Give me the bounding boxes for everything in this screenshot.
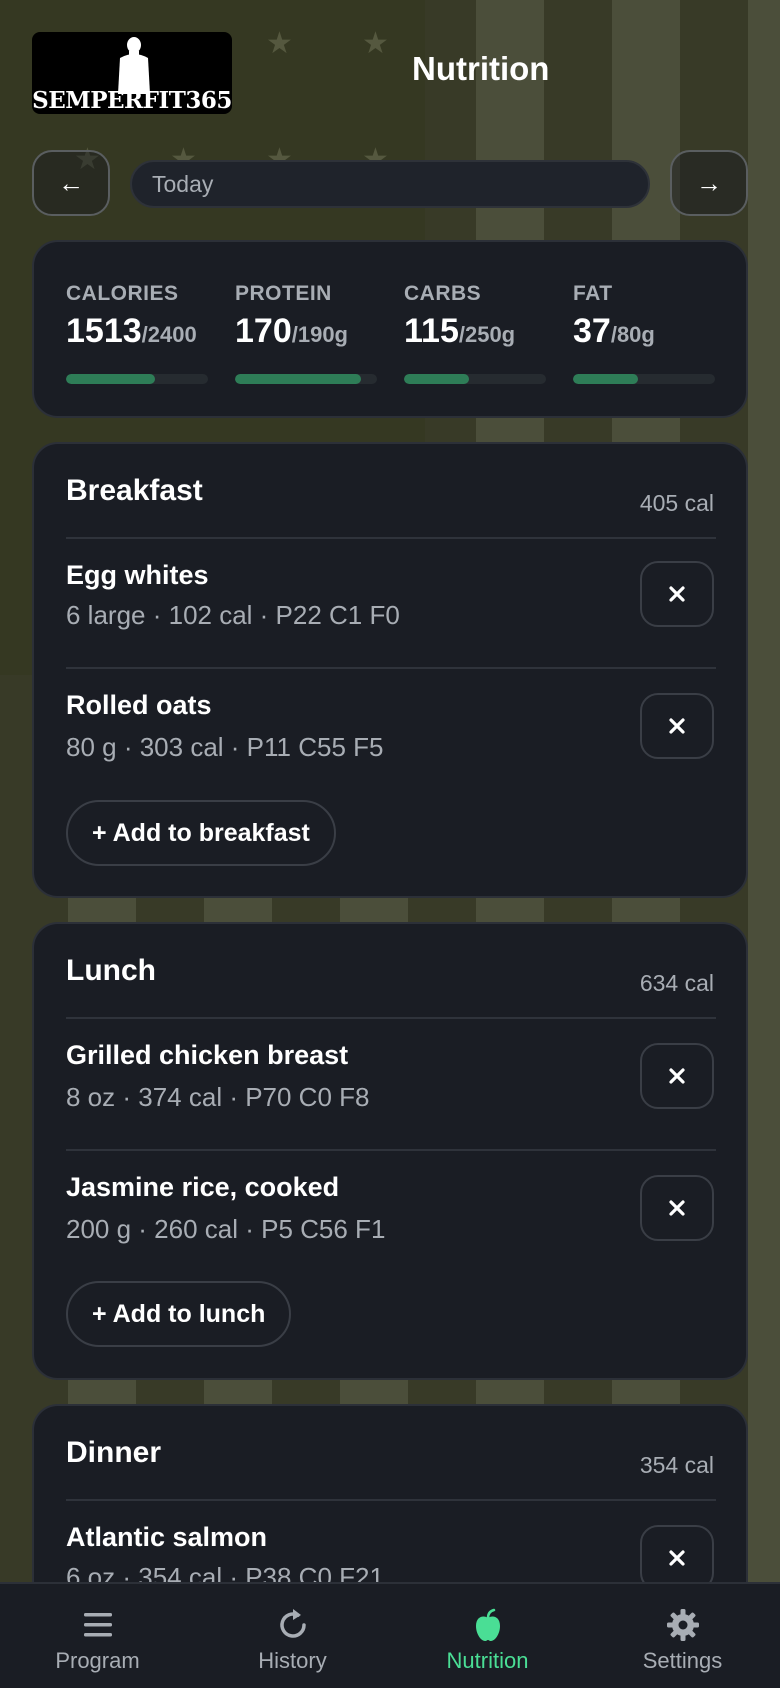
- protein-stat: PROTEIN 170/190g: [235, 282, 377, 351]
- food-item-name: Egg whites: [66, 560, 209, 590]
- meal-calories: 634 cal: [639, 970, 714, 996]
- food-item-details: 6 large · 102 cal · P22 C1 F0: [66, 600, 400, 630]
- stat-goal: /190g: [291, 322, 348, 347]
- stat-label: CARBS: [404, 282, 482, 305]
- food-item-name: Jasmine rice, cooked: [66, 1172, 340, 1202]
- carbs-progress-bar: [404, 374, 546, 384]
- tab-settings[interactable]: Settings: [585, 1584, 780, 1688]
- stat-value: 37: [573, 312, 611, 350]
- progress-fill: [66, 374, 156, 384]
- close-icon: [669, 1068, 685, 1084]
- stat-goal: /80g: [610, 322, 655, 347]
- logo-text: SEMPERFIT365: [32, 87, 232, 114]
- close-icon: [669, 1550, 685, 1566]
- progress-fill: [235, 374, 362, 384]
- page-title: Nutrition: [412, 50, 550, 87]
- close-icon: [669, 586, 685, 602]
- stat-value: 115: [404, 312, 459, 350]
- add-to-lunch-button[interactable]: + Add to lunch: [66, 1281, 292, 1347]
- tab-label: Nutrition: [446, 1648, 529, 1673]
- nutrition-screen: SEMPERFIT365 Nutrition ← Today → CALORIE…: [0, 0, 780, 1688]
- menu-icon: [84, 1613, 112, 1637]
- remove-food-button[interactable]: [640, 1175, 714, 1241]
- tab-program[interactable]: Program: [0, 1584, 195, 1688]
- history-icon: [280, 1609, 306, 1638]
- food-item-name: Atlantic salmon: [66, 1522, 268, 1552]
- next-day-button[interactable]: →: [670, 150, 748, 216]
- date-navigation: ← Today →: [32, 150, 748, 216]
- app-logo: SEMPERFIT365: [32, 32, 232, 114]
- progress-fill: [404, 374, 470, 384]
- meal-calories: 405 cal: [639, 490, 714, 516]
- divider: [66, 1017, 716, 1019]
- food-item-details: 80 g · 303 cal · P11 C55 F5: [66, 732, 384, 762]
- stat-goal: /250g: [458, 322, 516, 347]
- soldier-silhouette-icon: [118, 37, 150, 94]
- food-item-name: Grilled chicken breast: [66, 1040, 349, 1070]
- fat-progress-bar: [573, 374, 715, 384]
- tab-nutrition[interactable]: Nutrition: [390, 1584, 585, 1688]
- stat-goal: /2400: [141, 322, 197, 347]
- meal-title: Dinner: [66, 1436, 162, 1469]
- previous-day-button[interactable]: ←: [32, 150, 110, 216]
- calories-stat: CALORIES 1513/2400: [66, 282, 208, 351]
- divider: [66, 1149, 716, 1151]
- fat-stat: FAT 37/80g: [573, 282, 715, 351]
- meal-card-lunch: Lunch 634 cal Grilled chicken breast 8 o…: [32, 922, 748, 1380]
- apple-icon: [476, 1608, 500, 1641]
- food-item-details: 8 oz · 374 cal · P70 C0 F8: [66, 1082, 370, 1112]
- divider: [66, 1499, 716, 1501]
- divider: [66, 667, 716, 669]
- carbs-stat: CARBS 115/250g: [404, 282, 546, 351]
- meal-title: Breakfast: [66, 474, 203, 507]
- add-to-breakfast-button[interactable]: + Add to breakfast: [66, 800, 336, 866]
- tab-label: Settings: [642, 1648, 723, 1673]
- progress-fill: [573, 374, 639, 384]
- stat-value: 1513: [66, 312, 142, 350]
- stat-label: CALORIES: [66, 282, 179, 305]
- stat-label: FAT: [573, 282, 613, 305]
- date-field[interactable]: Today: [130, 160, 650, 208]
- remove-food-button[interactable]: [640, 693, 714, 759]
- close-icon: [669, 718, 685, 734]
- meal-calories: 354 cal: [639, 1452, 714, 1478]
- tab-history[interactable]: History: [195, 1584, 390, 1688]
- macro-summary-card: CALORIES 1513/2400 PROTEIN 170/190g CARB…: [32, 240, 748, 418]
- stat-label: PROTEIN: [235, 282, 332, 305]
- divider: [66, 537, 716, 539]
- header: SEMPERFIT365 Nutrition: [32, 32, 748, 114]
- bottom-tab-bar: Program History Nutrition Settings: [0, 1582, 780, 1688]
- meal-title: Lunch: [66, 954, 156, 987]
- food-item-details: 200 g · 260 cal · P5 C56 F1: [66, 1214, 386, 1244]
- meal-card-breakfast: Breakfast 405 cal Egg whites 6 large · 1…: [32, 442, 748, 898]
- calories-progress-bar: [66, 374, 208, 384]
- remove-food-button[interactable]: [640, 1043, 714, 1109]
- stat-value: 170: [235, 312, 292, 350]
- protein-progress-bar: [235, 374, 377, 384]
- remove-food-button[interactable]: [640, 561, 714, 627]
- tab-label: Program: [55, 1648, 140, 1673]
- food-item-name: Rolled oats: [66, 690, 212, 720]
- tab-label: History: [258, 1648, 327, 1673]
- close-icon: [669, 1200, 685, 1216]
- gear-icon: [667, 1609, 699, 1641]
